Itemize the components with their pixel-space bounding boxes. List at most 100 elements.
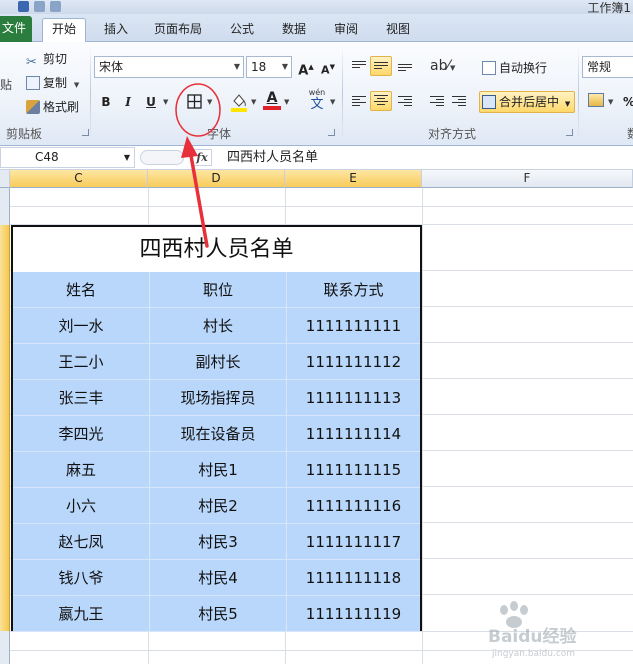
tab-insert[interactable]: 插入 [96, 19, 136, 41]
alignment-launcher-icon[interactable] [566, 129, 573, 136]
redo-icon[interactable] [50, 1, 61, 12]
formula-input[interactable]: 四西村人员名单 [227, 148, 318, 167]
italic-button[interactable]: I [118, 92, 138, 112]
shrink-font-button[interactable]: A▼ [318, 57, 338, 77]
font-color-button[interactable]: A [263, 90, 281, 112]
copy-dropdown-icon[interactable]: ▼ [74, 81, 79, 89]
header-cell[interactable]: 姓名 [13, 272, 150, 308]
number-format-select[interactable]: 常规 [582, 56, 633, 78]
copy-button[interactable]: 复制 ▼ [26, 74, 79, 94]
position-cell[interactable]: 村民2 [150, 488, 287, 524]
name-box-value: C48 [35, 150, 59, 164]
position-cell[interactable]: 村民5 [150, 596, 287, 632]
table-title-cell[interactable]: 四西村人员名单 [13, 227, 420, 272]
orientation-icon[interactable]: ab⁄ [430, 58, 450, 74]
tab-home[interactable]: 开始 [42, 18, 86, 43]
contact-cell[interactable]: 1111111118 [287, 560, 420, 596]
header-cell[interactable]: 职位 [150, 272, 287, 308]
name-cell[interactable]: 嬴九王 [13, 596, 150, 632]
tab-view[interactable]: 视图 [378, 19, 418, 41]
name-cell[interactable]: 钱八爷 [13, 560, 150, 596]
align-middle-icon [374, 62, 388, 74]
bold-button[interactable]: B [96, 92, 116, 112]
name-cell[interactable]: 王二小 [13, 344, 150, 380]
formula-bar-splitter[interactable] [140, 150, 184, 165]
paste-button[interactable]: 贴 [0, 76, 12, 94]
name-cell[interactable]: 李四光 [13, 416, 150, 452]
phonetic-button[interactable]: wén 文 [304, 88, 330, 114]
contact-cell[interactable]: 1111111113 [287, 380, 420, 416]
orientation-dropdown-icon[interactable]: ▼ [450, 64, 455, 72]
name-box-dropdown-icon[interactable]: ▼ [124, 148, 130, 167]
cut-button[interactable]: ✂ 剪切 [26, 50, 67, 70]
roster-table[interactable]: 四西村人员名单 姓名 职位 联系方式 刘一水 村长 1111111111 王二小 副村长… [11, 225, 422, 632]
contact-cell[interactable]: 1111111114 [287, 416, 420, 452]
name-cell[interactable]: 刘一水 [13, 308, 150, 344]
fill-color-dropdown-icon[interactable]: ▼ [251, 98, 256, 106]
table-row: 小六 村民2 1111111116 [13, 488, 420, 524]
name-cell[interactable]: 小六 [13, 488, 150, 524]
select-all-corner[interactable] [0, 170, 10, 188]
underline-dropdown-icon[interactable]: ▼ [163, 98, 168, 106]
contact-cell[interactable]: 1111111112 [287, 344, 420, 380]
align-top-icon[interactable] [352, 61, 366, 73]
contact-cell[interactable]: 1111111117 [287, 524, 420, 560]
position-cell[interactable]: 村民3 [150, 524, 287, 560]
accounting-icon[interactable] [588, 93, 604, 107]
format-painter-button[interactable]: 格式刷 [26, 98, 79, 116]
column-header-e[interactable]: E [285, 170, 422, 188]
fill-color-button[interactable] [230, 92, 248, 112]
contact-cell[interactable]: 1111111116 [287, 488, 420, 524]
contact-cell[interactable]: 1111111111 [287, 308, 420, 344]
position-cell[interactable]: 副村长 [150, 344, 287, 380]
position-cell[interactable]: 村长 [150, 308, 287, 344]
tab-data[interactable]: 数据 [274, 19, 314, 41]
row-headers-selected[interactable] [0, 225, 10, 631]
phonetic-dropdown-icon[interactable]: ▼ [330, 98, 335, 106]
name-cell[interactable]: 张三丰 [13, 380, 150, 416]
font-launcher-icon[interactable] [328, 129, 335, 136]
underline-button[interactable]: U [141, 92, 161, 112]
clipboard-launcher-icon[interactable] [82, 129, 89, 136]
scissors-icon: ✂ [26, 55, 37, 70]
workbook-title: 工作簿1 [587, 1, 631, 14]
tab-review[interactable]: 审阅 [326, 19, 366, 41]
undo-icon[interactable] [34, 1, 45, 12]
header-cell[interactable]: 联系方式 [287, 272, 420, 308]
position-cell[interactable]: 现在设备员 [150, 416, 287, 452]
merge-dropdown-icon[interactable]: ▼ [565, 100, 570, 108]
column-header-c[interactable]: C [10, 170, 148, 188]
align-center-icon [374, 95, 388, 107]
paw-logo-icon [500, 601, 528, 628]
name-cell[interactable]: 赵七凤 [13, 524, 150, 560]
contact-cell[interactable]: 1111111119 [287, 596, 420, 632]
name-cell[interactable]: 麻五 [13, 452, 150, 488]
decrease-indent-icon[interactable] [430, 96, 444, 108]
save-icon[interactable] [18, 1, 29, 12]
font-name-select[interactable]: 宋体 ▼ [94, 56, 244, 78]
insert-function-button[interactable]: fx [192, 149, 212, 166]
column-header-f[interactable]: F [422, 170, 633, 188]
contact-cell[interactable]: 1111111115 [287, 452, 420, 488]
position-cell[interactable]: 村民4 [150, 560, 287, 596]
position-cell[interactable]: 村民1 [150, 452, 287, 488]
wrap-text-button[interactable]: 自动换行 [482, 59, 547, 77]
position-cell[interactable]: 现场指挥员 [150, 380, 287, 416]
font-size-select[interactable]: 18 ▼ [246, 56, 292, 78]
percent-button[interactable]: % [623, 93, 633, 111]
align-right-icon[interactable] [398, 96, 412, 108]
tab-page-layout[interactable]: 页面布局 [148, 19, 208, 41]
font-color-dropdown-icon[interactable]: ▼ [284, 98, 289, 106]
align-left-icon[interactable] [352, 96, 366, 108]
tab-formulas[interactable]: 公式 [222, 19, 262, 41]
grow-font-button[interactable]: A▲ [296, 57, 316, 78]
tab-file[interactable]: 文件 [0, 16, 32, 42]
borders-button[interactable] [186, 93, 203, 110]
accounting-dropdown-icon[interactable]: ▼ [608, 98, 613, 106]
increase-indent-icon[interactable] [452, 96, 466, 108]
name-box[interactable]: C48 ▼ [0, 147, 135, 168]
borders-dropdown-icon[interactable]: ▼ [207, 98, 212, 106]
group-divider [578, 46, 579, 142]
align-bottom-icon[interactable] [398, 64, 412, 76]
column-header-d[interactable]: D [148, 170, 285, 188]
